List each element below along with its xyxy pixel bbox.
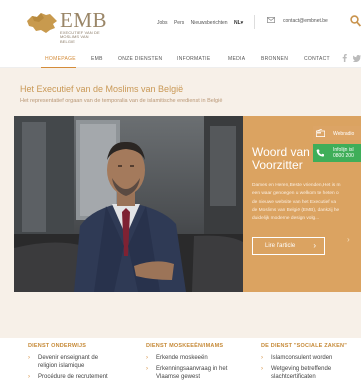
radio-icon — [316, 129, 325, 137]
top-link-news[interactable]: Nieuwsberichten — [191, 20, 228, 26]
service-title: DIENST MOSKEEËN/IMAMS — [146, 343, 224, 349]
service-link-line: Erkende moskeeën — [156, 355, 208, 361]
webradio-widget[interactable]: Webradio — [313, 126, 361, 140]
read-article-button[interactable]: Lire l'article › — [252, 237, 325, 255]
service-column-onderwijs: DIENST ONDERWIJS › Devenir enseignant de… — [28, 343, 108, 381]
webradio-label: Webradio — [333, 131, 355, 137]
service-link-line: Erkenningsaanvraag in het — [156, 366, 228, 372]
chevron-right-icon: › — [28, 374, 30, 380]
service-link-line: religion islamique — [38, 363, 85, 369]
panel-title-line-2: Voorzitter — [252, 158, 303, 172]
contact-email-link[interactable]: contact@embnet.be — [283, 18, 328, 24]
president-photo — [14, 116, 243, 292]
read-article-label: Lire l'article — [265, 243, 296, 249]
nav-media[interactable]: MEDIA — [228, 56, 245, 62]
header-divider — [254, 15, 255, 29]
panel-title: Woord van Voorzitter — [252, 146, 310, 172]
excerpt-line: de Moslims van België (EMB), dankzij he — [252, 207, 340, 213]
twitter-icon[interactable] — [353, 55, 361, 62]
top-link-pers[interactable]: Pers — [174, 20, 184, 26]
service-link[interactable]: › Procédure de recrutement — [28, 373, 108, 381]
service-column-moskeeen: DIENST MOSKEEËN/IMAMS › Erkende moskeeën… — [146, 343, 227, 381]
chevron-right-icon: › — [28, 355, 30, 361]
chevron-right-icon: › — [261, 366, 263, 372]
excerpt-line: een waar genoegen u welkom te heten o — [252, 191, 339, 197]
service-link-line: Wetgeving betreffende — [271, 366, 332, 372]
hero-subtitle: Het representatief orgaan van de tempora… — [20, 98, 223, 104]
mail-icon — [267, 17, 275, 23]
logo-subtitle: EXECUTIEF VAN DE MOSLIMS VAN BELGIE — [60, 30, 100, 44]
search-icon[interactable] — [350, 15, 361, 27]
infoline-text: Infolijn isl 0800 200 — [333, 147, 354, 159]
logo-map-icon[interactable] — [26, 12, 58, 34]
facebook-icon[interactable] — [342, 54, 347, 62]
nav-contact[interactable]: CONTACT — [304, 56, 330, 62]
hero-title: Het Executief van de Moslims van België — [20, 84, 184, 94]
phone-icon — [316, 149, 324, 157]
service-title: DIENST ONDERWIJS — [28, 343, 87, 349]
chevron-right-icon: › — [146, 366, 148, 372]
next-slide-arrow[interactable]: › — [347, 235, 350, 244]
excerpt-line: Dames en Heren,Beste vrienden,Het is m — [252, 183, 341, 188]
service-link-line: Vlaamse gewest — [156, 374, 201, 380]
infoline-widget[interactable]: Infolijn isl 0800 200 — [313, 144, 361, 162]
nav-emb[interactable]: EMB — [91, 56, 103, 62]
excerpt-line: duidelijk moderne design volg... — [252, 216, 320, 222]
chevron-right-icon: › — [146, 355, 148, 361]
service-link[interactable]: › Wetgeving betreffende slachtcertificat… — [261, 365, 347, 381]
service-link-line: slachtcertificaten — [271, 374, 316, 380]
service-link[interactable]: › Islamconsulent worden — [261, 354, 347, 362]
service-link-line: Islamconsulent worden — [271, 355, 333, 361]
chevron-right-icon: › — [261, 355, 263, 361]
excerpt-line: de nieuwe website van het Executief va — [252, 199, 336, 205]
service-link[interactable]: › Erkende moskeeën — [146, 354, 227, 362]
nav-homepage[interactable]: HOMEPAGE — [45, 56, 76, 62]
service-link-line: Procédure de recrutement — [38, 374, 108, 380]
service-link-line: Devenir enseignant de — [38, 355, 99, 361]
language-selector[interactable]: NL▾ — [234, 20, 243, 26]
service-link[interactable]: › Devenir enseignant de religion islamiq… — [28, 354, 108, 370]
panel-excerpt: Dames en Heren,Beste vrienden,Het is m e… — [252, 182, 361, 223]
nav-onze-diensten[interactable]: ONZE DIENSTEN — [118, 56, 162, 62]
service-column-sociale-zaken: DE DIENST "SOCIALE ZAKEN" › Islamconsule… — [261, 343, 347, 381]
service-title: DE DIENST "SOCIALE ZAKEN" — [261, 343, 347, 349]
infoline-line-2: 0800 200 — [333, 153, 354, 159]
nav-bronnen[interactable]: BRONNEN — [261, 56, 288, 62]
nav-informatie[interactable]: INFORMATIE — [177, 56, 210, 62]
service-link[interactable]: › Erkenningsaanvraag in het Vlaamse gewe… — [146, 365, 227, 381]
top-link-jobs[interactable]: Jobs — [157, 20, 168, 26]
chevron-right-icon: › — [313, 241, 316, 250]
top-links: Jobs Pers Nieuwsberichten NL▾ — [157, 20, 248, 26]
